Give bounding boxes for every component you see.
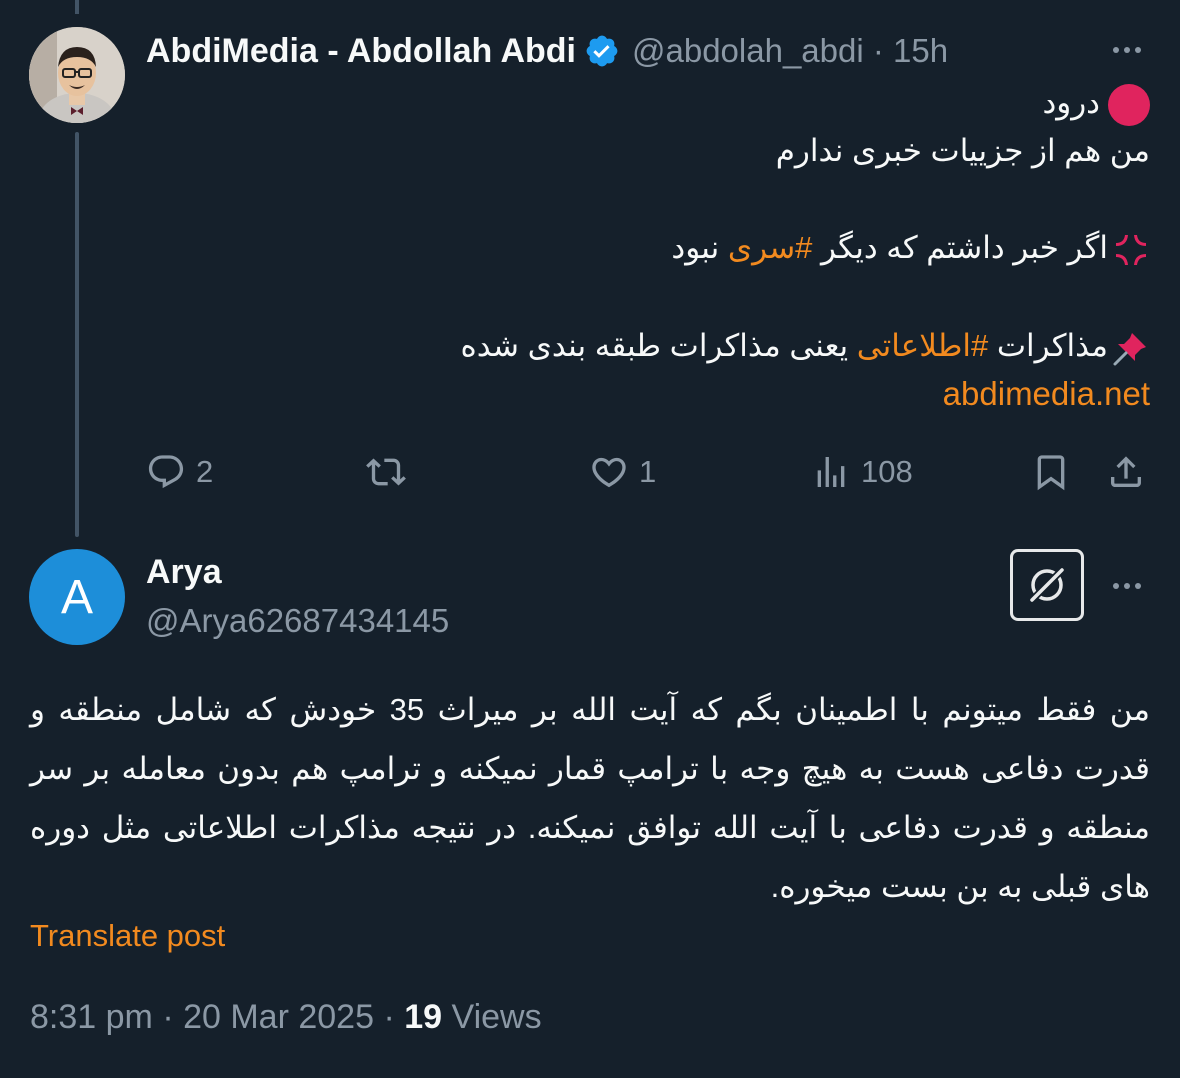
reply-date[interactable]: 20 Mar 2025 (183, 998, 374, 1036)
repost-icon (366, 458, 406, 486)
reply-more-icon[interactable] (1107, 566, 1147, 606)
reply-views-label: Views (451, 998, 542, 1036)
reply-author-handle[interactable]: @Arya62687434145 (146, 602, 449, 640)
post-line-link: abdimedia.net (943, 374, 1150, 414)
author-name[interactable]: AbdiMedia - Abdollah Abdi (146, 32, 576, 71)
line3-text-end: نبود (671, 230, 728, 265)
meta-separator: · (162, 998, 184, 1036)
thread-line (75, 132, 79, 537)
post-line-greeting: درود (1042, 83, 1150, 126)
reply-count: 2 (196, 454, 214, 489)
reply-text: من فقط میتونم با اطمینان بگم که آیت الله… (30, 692, 1150, 904)
reply-views-count: 19 (404, 998, 443, 1036)
anger-symbol-icon (1116, 234, 1146, 265)
post-line-4: مذاکرات #اطلاعاتی یعنی مذاکرات طبقه بندی… (460, 326, 1150, 367)
bookmark-button[interactable] (1031, 448, 1071, 496)
grok-button[interactable] (1010, 549, 1084, 621)
post-header: AbdiMedia - Abdollah Abdi @abdolah_abdi … (146, 28, 948, 74)
share-icon (1111, 456, 1141, 487)
more-icon[interactable] (1107, 30, 1147, 70)
greeting-text: درود (1042, 85, 1100, 120)
views-button[interactable]: 108 (811, 448, 913, 496)
like-button[interactable]: 1 (589, 448, 656, 496)
post-line-2: من هم از جزییات خبری ندارم (775, 133, 1150, 168)
views-count: 108 (861, 454, 913, 489)
hashtag-seri[interactable]: #سری (728, 230, 813, 265)
like-count: 1 (639, 454, 657, 489)
line4-text-end: یعنی مذاکرات طبقه بندی شده (460, 328, 857, 363)
avatar-photo (29, 27, 125, 123)
repost-button[interactable] (366, 448, 416, 496)
post-time[interactable]: 15h (893, 32, 948, 69)
line3-text-start: اگر خبر داشتم که دیگر (812, 230, 1108, 265)
avatar-letter: A (60, 570, 93, 624)
author-avatar[interactable] (29, 27, 125, 123)
heart-icon (592, 457, 626, 488)
post-line-3: اگر خبر داشتم که دیگر #سری نبود (671, 228, 1150, 269)
grok-icon (1029, 567, 1065, 603)
reply-avatar[interactable]: A (29, 549, 125, 645)
hashtag-ettelaati[interactable]: #اطلاعاتی (857, 328, 988, 363)
header-separator: · (872, 32, 884, 69)
pushpin-icon (1113, 332, 1146, 366)
post-action-bar: 2 1 108 (146, 448, 1150, 496)
external-link[interactable]: abdimedia.net (943, 375, 1150, 412)
line4-text-start: مذاکرات (988, 328, 1108, 363)
reply-button[interactable]: 2 (146, 448, 213, 496)
author-handle[interactable]: @abdolah_abdi (632, 32, 864, 69)
reply-meta: 8:31 pm · 20 Mar 2025 · 19 Views (30, 998, 542, 1037)
verified-badge-icon (586, 35, 618, 67)
meta-separator: · (383, 998, 405, 1036)
views-bar-chart-icon (817, 457, 845, 487)
translate-post-link[interactable]: Translate post (30, 918, 225, 954)
thread-line-top (75, 0, 79, 14)
bookmark-icon (1037, 455, 1065, 491)
reply-time[interactable]: 8:31 pm (30, 998, 153, 1036)
reply-bubble-icon (148, 455, 184, 489)
share-button[interactable] (1106, 448, 1146, 496)
reply-author-name[interactable]: Arya (146, 553, 222, 592)
red-circle-icon (1108, 83, 1150, 126)
